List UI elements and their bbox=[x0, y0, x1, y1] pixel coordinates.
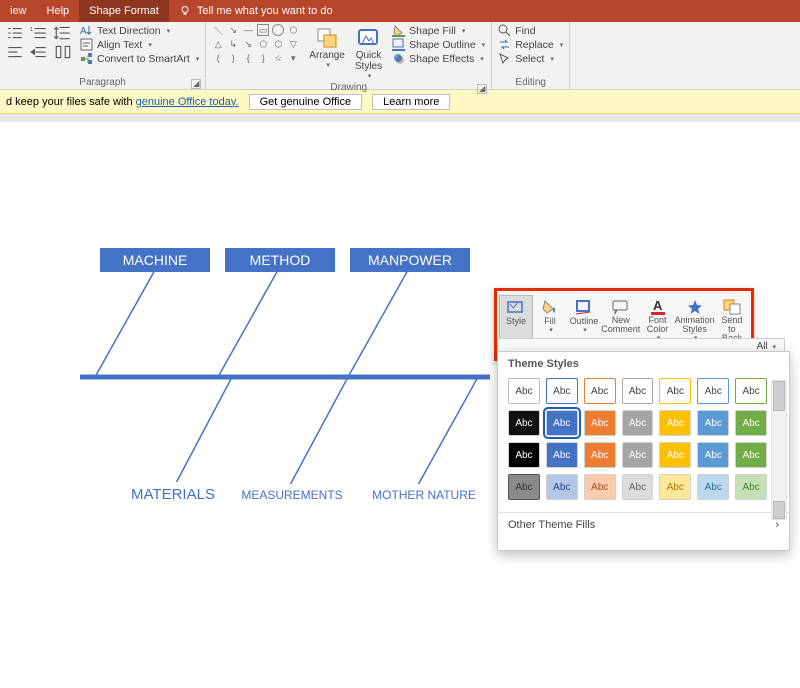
theme-swatch-3-2[interactable]: Abc bbox=[584, 474, 616, 500]
style-tool-icon bbox=[506, 298, 526, 316]
theme-swatch-1-5[interactable]: Abc bbox=[697, 410, 729, 436]
theme-swatch-3-5[interactable]: Abc bbox=[697, 474, 729, 500]
editing-group-label: Editing bbox=[515, 77, 546, 88]
fishbone-top-3[interactable]: MANPOWER bbox=[350, 248, 470, 272]
select-button[interactable]: Select▾ bbox=[498, 52, 563, 65]
numbering-icon[interactable]: 1 bbox=[30, 24, 48, 42]
quick-styles-button[interactable]: Quick Styles▾ bbox=[351, 24, 386, 82]
theme-styles-panel: Theme Styles AbcAbcAbcAbcAbcAbcAbcAbcAbc… bbox=[497, 351, 790, 551]
tell-me-label: Tell me what you want to do bbox=[197, 5, 333, 17]
find-button[interactable]: Find bbox=[498, 24, 563, 37]
bulb-icon bbox=[179, 5, 191, 17]
themes-scroll-thumb-top[interactable] bbox=[773, 381, 785, 411]
slide-area[interactable]: MACHINE METHOD MANPOWER MATERIALS MEASUR… bbox=[0, 122, 800, 688]
theme-swatch-3-3[interactable]: Abc bbox=[622, 474, 654, 500]
theme-swatch-2-3[interactable]: Abc bbox=[622, 442, 654, 468]
theme-swatch-3-6[interactable]: Abc bbox=[735, 474, 767, 500]
shape-effects-icon bbox=[392, 52, 405, 65]
smartart-icon bbox=[80, 52, 93, 65]
outline-tool-icon bbox=[574, 298, 594, 316]
themes-scroll-thumb-bottom[interactable] bbox=[773, 501, 785, 519]
theme-swatch-2-1[interactable]: Abc bbox=[546, 442, 578, 468]
shape-outline-icon bbox=[392, 38, 405, 51]
align-text-button[interactable]: Align Text▾ bbox=[80, 38, 199, 51]
theme-swatch-2-6[interactable]: Abc bbox=[735, 442, 767, 468]
tab-view[interactable]: iew bbox=[0, 0, 37, 22]
send-back-icon bbox=[722, 298, 742, 316]
bullets-icon[interactable] bbox=[6, 24, 24, 42]
align-text-icon bbox=[80, 38, 93, 51]
theme-swatch-0-0[interactable]: Abc bbox=[508, 378, 540, 404]
theme-swatch-3-0[interactable]: Abc bbox=[508, 474, 540, 500]
editor-canvas: MACHINE METHOD MANPOWER MATERIALS MEASUR… bbox=[0, 114, 800, 688]
svg-text:A: A bbox=[80, 26, 87, 37]
drawing-launcher[interactable]: ◢ bbox=[477, 84, 487, 94]
shapes-gallery[interactable]: ＼↘—▭⬡ △↳↘⬠⬡▽ (){}☆▾ bbox=[212, 24, 299, 64]
quick-styles-icon bbox=[356, 26, 380, 50]
fishbone-top-1[interactable]: MACHINE bbox=[100, 248, 210, 272]
shape-fill-icon bbox=[392, 24, 405, 37]
columns-icon[interactable] bbox=[54, 43, 72, 61]
animation-icon bbox=[685, 298, 705, 316]
text-direction-button[interactable]: AText Direction▾ bbox=[80, 24, 199, 37]
ribbon: 1 AText Direction▾ Align Text▾ Convert t… bbox=[0, 22, 800, 90]
theme-swatch-0-1[interactable]: Abc bbox=[546, 378, 578, 404]
theme-swatch-1-2[interactable]: Abc bbox=[584, 410, 616, 436]
theme-swatch-1-6[interactable]: Abc bbox=[735, 410, 767, 436]
fishbone-top-2[interactable]: METHOD bbox=[225, 248, 335, 272]
tab-help[interactable]: Help bbox=[37, 0, 80, 22]
theme-swatch-3-1[interactable]: Abc bbox=[546, 474, 578, 500]
shape-effects-button[interactable]: Shape Effects▾ bbox=[392, 52, 485, 65]
theme-swatch-1-3[interactable]: Abc bbox=[622, 410, 654, 436]
shape-fill-button[interactable]: Shape Fill▾ bbox=[392, 24, 485, 37]
theme-swatch-3-4[interactable]: Abc bbox=[659, 474, 691, 500]
comment-icon bbox=[611, 298, 631, 316]
align-icon[interactable] bbox=[6, 43, 24, 61]
theme-swatch-1-1[interactable]: Abc bbox=[546, 410, 578, 436]
select-icon bbox=[498, 52, 511, 65]
paragraph-group-label: Paragraph bbox=[79, 77, 126, 88]
theme-swatch-0-3[interactable]: Abc bbox=[622, 378, 654, 404]
arrange-icon bbox=[315, 26, 339, 50]
other-theme-fills[interactable]: Other Theme Fills› bbox=[498, 512, 789, 537]
tab-shape-format[interactable]: Shape Format bbox=[79, 0, 169, 22]
theme-swatch-2-2[interactable]: Abc bbox=[584, 442, 616, 468]
theme-swatch-2-4[interactable]: Abc bbox=[659, 442, 691, 468]
themes-scrollbar[interactable] bbox=[771, 380, 787, 520]
fill-tool-icon bbox=[540, 298, 560, 316]
theme-swatch-0-2[interactable]: Abc bbox=[584, 378, 616, 404]
fishbone-bottom-1[interactable]: MATERIALS bbox=[118, 482, 228, 507]
theme-swatch-0-4[interactable]: Abc bbox=[659, 378, 691, 404]
drawing-group-label: Drawing bbox=[330, 82, 367, 93]
theme-swatch-1-0[interactable]: Abc bbox=[508, 410, 540, 436]
theme-swatch-1-4[interactable]: Abc bbox=[659, 410, 691, 436]
theme-swatch-2-0[interactable]: Abc bbox=[508, 442, 540, 468]
font-color-icon: A bbox=[648, 298, 668, 316]
fishbone-bottom-2[interactable]: MEASUREMENTS bbox=[232, 484, 352, 506]
paragraph-launcher[interactable]: ◢ bbox=[191, 79, 201, 89]
get-genuine-button[interactable]: Get genuine Office bbox=[249, 94, 363, 110]
theme-swatch-2-5[interactable]: Abc bbox=[697, 442, 729, 468]
replace-icon bbox=[498, 38, 511, 51]
find-icon bbox=[498, 24, 511, 37]
svg-text:A: A bbox=[653, 298, 663, 313]
theme-swatch-0-6[interactable]: Abc bbox=[735, 378, 767, 404]
msgbar-text: d keep your files safe with bbox=[6, 96, 136, 108]
tell-me-search[interactable]: Tell me what you want to do bbox=[179, 5, 333, 17]
convert-smartart-button[interactable]: Convert to SmartArt▾ bbox=[80, 52, 199, 65]
shape-outline-button[interactable]: Shape Outline▾ bbox=[392, 38, 485, 51]
text-direction-icon: A bbox=[80, 24, 93, 37]
fishbone-bottom-3[interactable]: MOTHER NATURE bbox=[360, 484, 488, 506]
line-spacing-icon[interactable] bbox=[54, 24, 72, 42]
theme-styles-title: Theme Styles bbox=[498, 352, 789, 374]
arrange-button[interactable]: Arrange▾ bbox=[305, 24, 349, 71]
msgbar-link[interactable]: genuine Office today. bbox=[136, 96, 239, 108]
replace-button[interactable]: Replace▾ bbox=[498, 38, 563, 51]
theme-swatch-0-5[interactable]: Abc bbox=[697, 378, 729, 404]
learn-more-button[interactable]: Learn more bbox=[372, 94, 450, 110]
indent-icon[interactable] bbox=[30, 43, 48, 61]
svg-text:1: 1 bbox=[30, 27, 33, 33]
